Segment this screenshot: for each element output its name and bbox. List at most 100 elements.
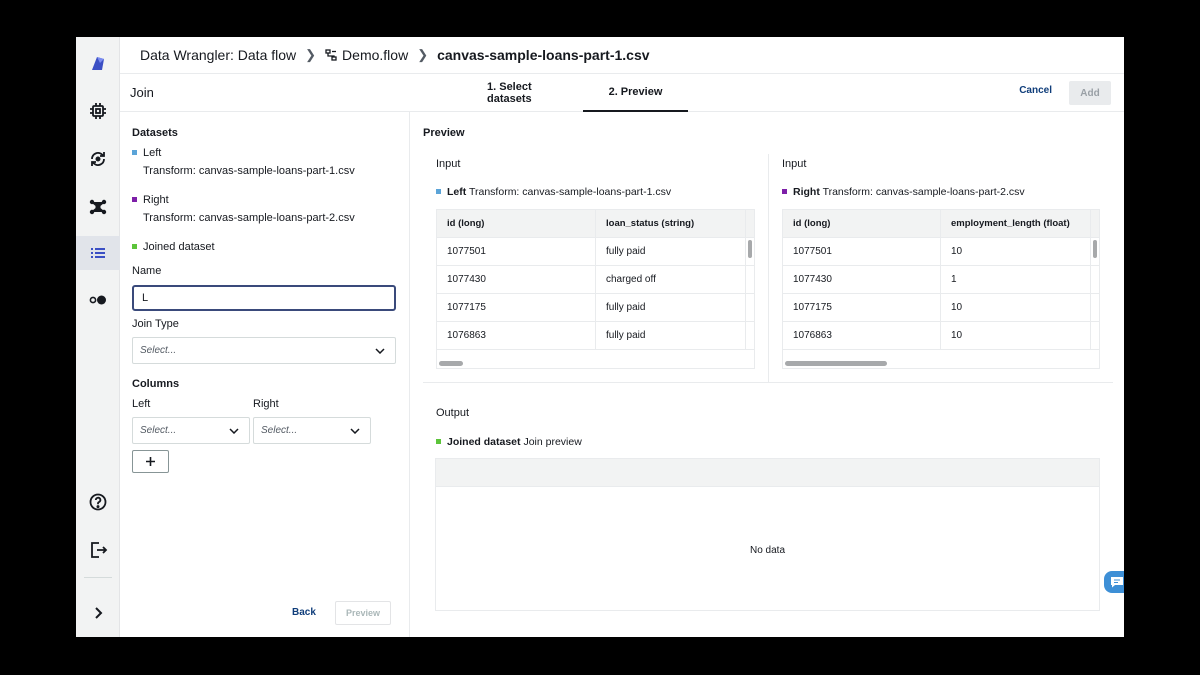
right-dataset-name: Right (143, 194, 169, 206)
feedback-button[interactable] (1104, 571, 1124, 593)
joined-dataset-label: Joined dataset (132, 241, 215, 253)
table-cell: fully paid (596, 322, 746, 349)
vertical-scrollbar[interactable] (1093, 240, 1097, 258)
side-rail (76, 37, 120, 637)
table-header: id (long) loan_status (string) (437, 210, 754, 238)
chevron-down-icon (375, 347, 385, 354)
horizontal-scrollbar[interactable] (785, 361, 887, 366)
chat-icon (1111, 577, 1123, 588)
right-dataset-label: Right (132, 194, 169, 206)
table-row: 1076863 10 (783, 322, 1099, 350)
refresh-icon[interactable] (76, 142, 120, 176)
table-row: 1077430 charged off (437, 266, 754, 294)
breadcrumb-flow[interactable]: Demo.flow (342, 47, 408, 63)
tab-preview[interactable]: 2. Preview (583, 74, 688, 112)
flow-icon (325, 49, 337, 61)
help-icon[interactable] (76, 485, 120, 519)
back-button[interactable]: Back (292, 607, 316, 618)
list-icon[interactable] (76, 236, 120, 270)
empty-state: No data (749, 545, 786, 556)
table-cell: 1076863 (437, 322, 596, 349)
add-column-button[interactable] (132, 450, 169, 473)
chevron-down-icon (350, 427, 360, 434)
table-cell: fully paid (596, 294, 746, 321)
tab-select-datasets[interactable]: 1. Select datasets (487, 74, 575, 112)
join-config-panel: Datasets Left Transform: canvas-sample-l… (120, 112, 410, 637)
left-input-table: id (long) loan_status (string) 1077501 fu… (436, 209, 755, 369)
right-dataset-desc: Transform: canvas-sample-loans-part-2.cs… (143, 212, 355, 224)
right-input-table: id (long) employment_length (float) 1077… (782, 209, 1100, 369)
left-input-label: Input (436, 158, 461, 170)
horizontal-scrollbar[interactable] (439, 361, 463, 366)
table-cell: 1077501 (783, 238, 941, 265)
add-button[interactable]: Add (1069, 81, 1111, 105)
joined-dataset-name: Joined dataset (143, 241, 215, 253)
cancel-button[interactable]: Cancel (1019, 85, 1052, 96)
app-window: Data Wrangler: Data flow ❯ Demo.flow ❯ c… (76, 37, 1124, 637)
left-input-name: Left (447, 186, 467, 198)
table-cell: 10 (941, 294, 1091, 321)
breadcrumb-separator-icon: ❯ (417, 47, 429, 62)
table-header: id (long) employment_length (float) (783, 210, 1099, 238)
output-title: Joined dataset Join preview (436, 436, 582, 448)
output-label: Output (436, 407, 470, 419)
divider (423, 382, 1113, 383)
right-color-swatch (782, 188, 787, 194)
right-column-select[interactable]: Select... (253, 417, 371, 444)
name-input[interactable] (132, 285, 396, 311)
right-input-desc: Transform: canvas-sample-loans-part-2.cs… (822, 186, 1025, 198)
table-row: 1077430 1 (783, 266, 1099, 294)
column-header[interactable]: loan_status (string) (596, 210, 746, 237)
table-cell: 1077175 (437, 294, 596, 321)
table-row: 1077175 fully paid (437, 294, 754, 322)
columns-right-label: Right (253, 398, 279, 410)
vertical-scrollbar[interactable] (748, 240, 752, 258)
preview-button[interactable]: Preview (335, 601, 391, 625)
toggle-icon[interactable] (76, 283, 120, 317)
left-input-title: Left Transform: canvas-sample-loans-part… (436, 186, 671, 198)
left-color-swatch (436, 188, 441, 194)
join-toolbar: Join 1. Select datasets 2. Preview Cance… (120, 74, 1124, 112)
column-header[interactable]: id (long) (783, 210, 941, 237)
left-color-swatch (132, 149, 137, 155)
sign-out-icon[interactable] (76, 533, 120, 567)
join-type-placeholder: Select... (140, 345, 177, 356)
page-title: Join (130, 85, 154, 100)
tab-label: 1. Select datasets (487, 81, 532, 105)
join-type-label: Join Type (132, 318, 179, 330)
joined-color-swatch (436, 438, 441, 444)
preview-heading: Preview (423, 127, 465, 139)
tab-label: 2. Preview (608, 86, 663, 98)
output-name: Joined dataset (447, 436, 521, 448)
right-color-swatch (132, 196, 137, 202)
table-cell: charged off (596, 266, 746, 293)
table-row: 1077501 10 (783, 238, 1099, 266)
table-cell: 1077175 (783, 294, 941, 321)
table-cell: fully paid (596, 238, 746, 265)
left-column-select[interactable]: Select... (132, 417, 250, 444)
table-cell: 1077430 (783, 266, 941, 293)
table-header (436, 459, 1099, 487)
table-cell: 10 (941, 322, 1091, 349)
left-dataset-label: Left (132, 147, 161, 159)
join-type-select[interactable]: Select... (132, 337, 396, 364)
table-row: 1077175 10 (783, 294, 1099, 322)
table-row: 1077501 fully paid (437, 238, 754, 266)
breadcrumb-app[interactable]: Data Wrangler: Data flow (140, 47, 296, 63)
right-column-placeholder: Select... (261, 425, 298, 436)
chevron-right-icon[interactable] (76, 596, 120, 630)
right-input-title: Right Transform: canvas-sample-loans-par… (782, 186, 1025, 198)
chip-icon[interactable] (76, 94, 120, 128)
chevron-down-icon (229, 427, 239, 434)
network-icon[interactable] (76, 190, 120, 224)
rail-divider (84, 577, 112, 578)
data-wrangler-logo-icon[interactable] (76, 47, 120, 81)
table-cell: 1076863 (783, 322, 941, 349)
right-input-name: Right (793, 186, 820, 198)
columns-heading: Columns (132, 378, 180, 390)
column-header[interactable]: id (long) (437, 210, 596, 237)
left-dataset-desc: Transform: canvas-sample-loans-part-1.cs… (143, 165, 355, 177)
joined-color-swatch (132, 243, 137, 249)
breadcrumb-separator-icon: ❯ (305, 47, 317, 62)
column-header[interactable]: employment_length (float) (941, 210, 1091, 237)
